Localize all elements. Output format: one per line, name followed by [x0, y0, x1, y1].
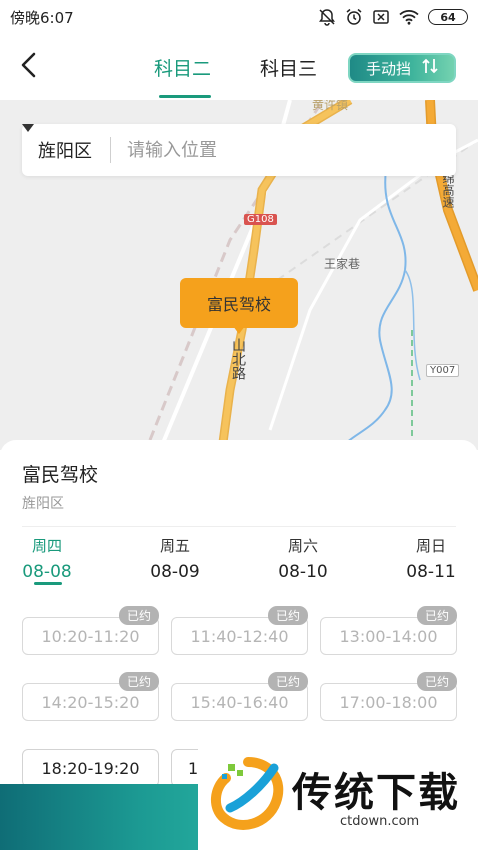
sheet-divider [22, 526, 456, 527]
booked-badge: 已约 [267, 606, 308, 625]
location-search-bar: 旌阳区 [22, 124, 456, 176]
map-label-y007: Y007 [426, 364, 460, 377]
map-label-village: 王家巷 [324, 257, 361, 271]
watermark-url: ctdown.com [340, 814, 420, 829]
app-screen: 傍晚6:07 64 科目二 科目三 手动挡 黄许镇 G108 王家巷 Y007 … [0, 0, 478, 850]
booked-badge: 已约 [267, 672, 308, 691]
time-slot-booked: 11:40-12:40 已约 [171, 606, 308, 655]
slot-time: 10:20-11:20 [41, 626, 140, 646]
mute-bell-icon [318, 8, 336, 26]
watermark-logo-icon [204, 752, 288, 836]
school-district: 旌阳区 [22, 496, 64, 512]
time-slot-available[interactable]: 18:20-19:20 [22, 749, 159, 787]
battery-icon: 64 [428, 9, 468, 25]
sim-off-icon [372, 8, 390, 26]
map-label-g108: G108 [244, 214, 277, 225]
slot-time: 15:40-16:40 [190, 692, 289, 712]
wifi-icon [399, 9, 419, 25]
day-date: 08-11 [406, 562, 456, 582]
back-button[interactable] [14, 52, 44, 82]
search-divider [110, 137, 111, 163]
status-bar: 傍晚6:07 64 [0, 0, 478, 34]
day-weekday: 周六 [287, 537, 318, 555]
status-time: 傍晚6:07 [10, 8, 74, 27]
map-marker-tail [233, 326, 245, 334]
switch-arrows-icon [421, 57, 439, 79]
day-tab-sunday[interactable]: 周日 08-11 [396, 535, 466, 582]
school-name: 富民驾校 [22, 464, 99, 486]
day-weekday: 周四 [31, 537, 62, 555]
active-tab-indicator [159, 95, 211, 98]
slot-time: 18:20-19:20 [41, 758, 140, 778]
day-date: 08-08 [22, 562, 72, 582]
active-day-indicator [34, 582, 62, 585]
slot-time: 17:00-18:00 [339, 692, 438, 712]
time-slot-booked: 17:00-18:00 已约 [320, 672, 457, 721]
time-slot-booked: 13:00-14:00 已约 [320, 606, 457, 655]
slot-time: 1 [188, 758, 199, 778]
slot-time: 13:00-14:00 [339, 626, 438, 646]
watermark-band [0, 784, 200, 850]
watermark-title: 传统下载 [292, 770, 460, 816]
chevron-left-icon [20, 52, 38, 82]
time-slot-booked: 15:40-16:40 已约 [171, 672, 308, 721]
alarm-icon [345, 8, 363, 26]
nav-bar: 科目二 科目三 手动挡 [0, 34, 478, 100]
booked-badge: 已约 [118, 606, 159, 625]
day-date: 08-09 [150, 562, 200, 582]
day-tab-thursday[interactable]: 周四 08-08 [12, 535, 82, 582]
map-label-expressway: 绵高速 [441, 172, 455, 208]
time-slot-booked: 10:20-11:20 已约 [22, 606, 159, 655]
tab-subject-2[interactable]: 科目二 [154, 54, 211, 81]
time-slot-booked: 14:20-15:20 已约 [22, 672, 159, 721]
day-tab-friday[interactable]: 周五 08-09 [140, 535, 210, 582]
day-tab-saturday[interactable]: 周六 08-10 [268, 535, 338, 582]
map-view[interactable]: 黄许镇 G108 王家巷 Y007 绵高速 山北路 旌阳区 富民驾校 [0, 100, 478, 450]
slot-time: 11:40-12:40 [190, 626, 289, 646]
map-label-town: 黄许镇 [312, 100, 349, 112]
day-weekday: 周五 [159, 537, 190, 555]
tab-subject-3[interactable]: 科目三 [260, 54, 317, 81]
manual-gear-button[interactable]: 手动挡 [348, 53, 456, 83]
map-label-road: 山北路 [230, 338, 246, 380]
gear-button-label: 手动挡 [366, 59, 412, 78]
booked-badge: 已约 [416, 606, 457, 625]
booked-badge: 已约 [416, 672, 457, 691]
map-marker-school[interactable]: 富民驾校 [180, 278, 298, 328]
day-weekday: 周日 [415, 537, 446, 555]
status-icons: 64 [318, 8, 468, 26]
district-dropdown[interactable]: 旌阳区 [22, 124, 98, 176]
day-date: 08-10 [278, 562, 328, 582]
district-value: 旌阳区 [38, 141, 92, 162]
slot-time: 14:20-15:20 [41, 692, 140, 712]
booked-badge: 已约 [118, 672, 159, 691]
location-search-input[interactable] [127, 139, 397, 161]
